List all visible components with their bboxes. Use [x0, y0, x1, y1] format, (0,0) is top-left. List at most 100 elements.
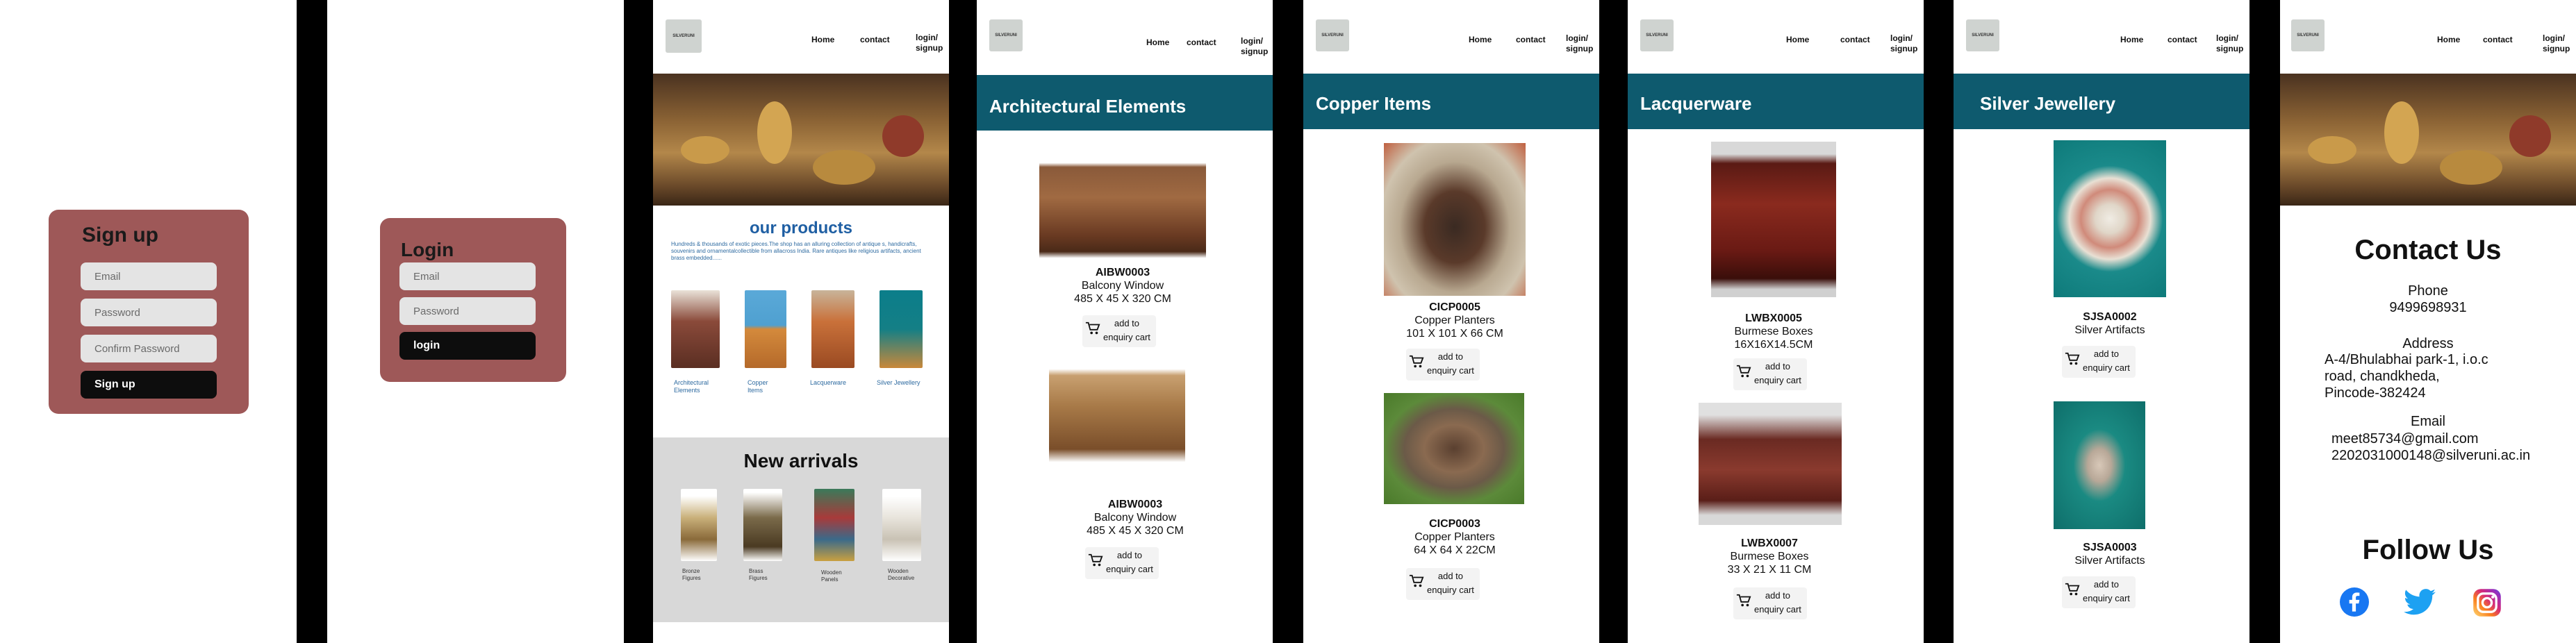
confirm-password-field[interactable]: Confirm Password	[81, 335, 217, 362]
product-code: CICP0003	[1429, 518, 1480, 530]
add-to-cart-button[interactable]: add to enquiry cart	[1733, 358, 1807, 390]
logo[interactable]: SILVERUNI	[2291, 19, 2325, 51]
product-name: Balcony Window	[1093, 512, 1177, 524]
nav-home[interactable]: Home	[1146, 37, 1169, 48]
nav-login-signup[interactable]: login/signup	[2216, 33, 2243, 54]
add-to-cart-button[interactable]: add to enquiry cart	[1085, 547, 1159, 579]
signup-title: Sign up	[82, 224, 158, 247]
category-label[interactable]: Lacquerware	[810, 379, 846, 386]
product-image[interactable]	[1039, 154, 1206, 262]
arrival-thumb[interactable]	[814, 489, 854, 561]
product-image[interactable]	[2054, 401, 2145, 529]
nav-contact[interactable]: contact	[1187, 37, 1216, 48]
product-code: AIBW0003	[1095, 267, 1150, 278]
email-field[interactable]: Email	[399, 262, 536, 290]
nav-home[interactable]: Home	[2120, 35, 2143, 45]
signup-button[interactable]: Sign up	[81, 371, 217, 399]
product-image[interactable]	[1049, 362, 1185, 471]
category-label[interactable]: Silver Jewellery	[877, 379, 920, 386]
email-address[interactable]: meet85734@gmail.com 2202031000148@silveru…	[2331, 431, 2530, 464]
nav-login-signup[interactable]: login/signup	[1566, 33, 1593, 54]
nav-contact[interactable]: contact	[1516, 35, 1546, 45]
products-text: Hundreds & thousands of exotic pieces.Th…	[671, 241, 921, 261]
brass-item	[2308, 136, 2356, 164]
nav-home[interactable]: Home	[1786, 35, 1809, 45]
product-image[interactable]	[1699, 403, 1842, 525]
nav-login-signup[interactable]: login/signup	[1890, 33, 1917, 54]
lacquer-screen: SILVERUNI Home contact login/signup Lacq…	[1628, 0, 1924, 643]
product-name: Burmese Boxes	[1730, 551, 1809, 562]
arrival-thumb[interactable]	[743, 489, 782, 561]
phone-label: Phone	[2408, 283, 2448, 299]
password-field[interactable]: Password	[399, 297, 536, 325]
brass-item	[882, 115, 924, 157]
hero-image	[2280, 74, 2576, 206]
logo[interactable]: SILVERUNI	[1316, 19, 1349, 51]
arrival-label[interactable]: Bronze Figures	[682, 568, 701, 582]
email-field[interactable]: Email	[81, 262, 217, 290]
login-screen: Login Email Password login	[327, 0, 624, 643]
nav-contact[interactable]: contact	[1840, 35, 1870, 45]
product-name: Balcony Window	[1081, 280, 1164, 292]
cart-icon	[1409, 355, 1424, 368]
brass-item	[757, 101, 792, 164]
add-to-cart-button[interactable]: add to enquiry cart	[1406, 568, 1480, 600]
category-banner: Copper Items	[1303, 74, 1599, 129]
cart-icon	[1409, 574, 1424, 587]
instagram-icon[interactable]	[2472, 587, 2502, 618]
phone-number[interactable]: 9499698931	[2280, 300, 2576, 316]
product-image[interactable]	[1711, 142, 1836, 297]
signup-card: Sign up Email Password Confirm Password …	[49, 210, 249, 414]
category-title: Architectural Elements	[989, 96, 1187, 117]
arrival-thumb[interactable]	[882, 489, 921, 561]
category-label[interactable]: Copper Items	[748, 379, 768, 394]
cart-icon	[1088, 553, 1103, 567]
nav-home[interactable]: Home	[811, 35, 834, 45]
add-to-cart-button[interactable]: add to enquiry cart	[1733, 587, 1807, 619]
cart-icon	[2065, 352, 2080, 365]
add-to-cart-button[interactable]: add to enquiry cart	[2062, 346, 2136, 378]
silver-screen: SILVERUNI Home contact login/signup Silv…	[1954, 0, 2249, 643]
nav-contact[interactable]: contact	[860, 35, 890, 45]
email-label: Email	[2410, 414, 2445, 429]
navbar: SILVERUNI Home contact login/signup	[653, 0, 949, 74]
product-image[interactable]	[1384, 143, 1526, 296]
product-image[interactable]	[1384, 393, 1524, 504]
category-label[interactable]: Architectural Elements	[674, 379, 709, 394]
twitter-icon[interactable]	[2404, 587, 2436, 617]
nav-login-signup[interactable]: login/signup	[2543, 33, 2570, 54]
password-field[interactable]: Password	[81, 299, 217, 326]
add-to-cart-button[interactable]: add to enquiry cart	[1082, 315, 1156, 347]
arrival-label[interactable]: Wooden Decorative	[888, 568, 914, 582]
arrival-label[interactable]: Wooden Panels	[821, 569, 842, 583]
product-name: Copper Planters	[1414, 315, 1495, 326]
product-code: SJSA0002	[2083, 311, 2137, 323]
nav-contact[interactable]: contact	[2168, 35, 2197, 45]
logo-text: SILVERUNI	[1972, 33, 1994, 37]
product-size: 64 X 64 X 22CM	[1414, 544, 1496, 556]
product-code: LWBX0005	[1745, 312, 1802, 324]
login-button[interactable]: login	[399, 332, 536, 360]
logo[interactable]: SILVERUNI	[1966, 19, 1999, 51]
product-image[interactable]	[2054, 140, 2166, 297]
category-thumb[interactable]	[880, 290, 923, 368]
new-arrivals-section: New arrivals Bronze Figures Brass Figures …	[653, 437, 949, 622]
category-thumb[interactable]	[671, 290, 720, 368]
logo[interactable]: SILVERUNI	[1640, 19, 1674, 51]
nav-login-signup[interactable]: login/signup	[916, 33, 943, 53]
nav-contact[interactable]: contact	[2483, 35, 2513, 45]
logo[interactable]: SILVERUNI	[989, 19, 1023, 51]
arrival-thumb[interactable]	[681, 489, 717, 561]
nav-home[interactable]: Home	[1469, 35, 1492, 45]
arrival-label[interactable]: Brass Figures	[749, 568, 768, 582]
category-title: Lacquerware	[1640, 93, 1752, 114]
facebook-icon[interactable]	[2340, 587, 2369, 617]
add-to-cart-button[interactable]: add to enquiry cart	[2062, 576, 2136, 608]
nav-home[interactable]: Home	[2437, 35, 2460, 45]
nav-login-signup[interactable]: login/signup	[1241, 36, 1268, 57]
add-to-cart-button[interactable]: add to enquiry cart	[1406, 349, 1480, 381]
product-size: 485 X 45 X 320 CM	[1087, 525, 1184, 537]
category-thumb[interactable]	[745, 290, 786, 368]
category-thumb[interactable]	[811, 290, 854, 368]
logo[interactable]: SILVERUNI	[666, 19, 702, 53]
